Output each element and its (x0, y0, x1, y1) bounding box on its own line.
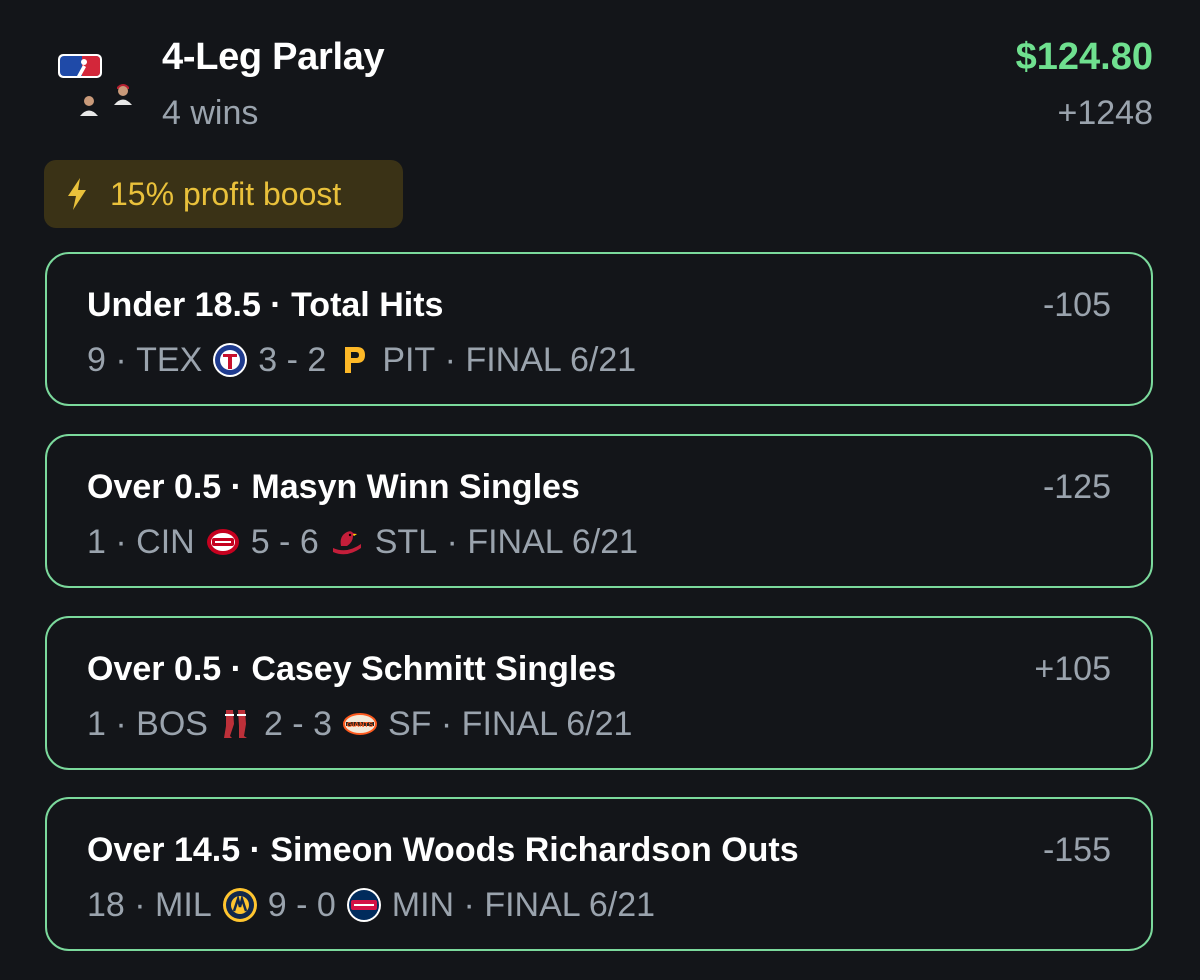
profit-boost-label: 15% profit boost (110, 176, 342, 212)
leg-odds: +105 (1034, 650, 1111, 688)
away-team-abbr: BOS (136, 704, 208, 743)
game-score: 9 - 0 (267, 885, 336, 924)
leg-game-summary: 9 · TEX 3 - 2 PIT · FINAL 6/21 (87, 338, 636, 382)
leg-odds: -125 (1042, 468, 1111, 506)
giants-logo-icon: GIANTS (343, 713, 377, 735)
separator-dot: · (437, 522, 468, 561)
leg-odds: -105 (1042, 286, 1111, 324)
away-team-abbr: MIL (155, 885, 212, 924)
parlay-payout: $124.80 (1015, 36, 1153, 78)
leg-result-value: 18 (87, 885, 125, 924)
parlay-header[interactable]: 4-Leg Parlay 4 wins $124.80 +1248 (0, 0, 1200, 150)
game-score: 2 - 3 (263, 704, 332, 743)
leg-result-value: 1 (87, 704, 106, 743)
game-status: FINAL 6/21 (461, 704, 633, 743)
parlay-title: 4-Leg Parlay (162, 36, 385, 78)
parlay-leg-card[interactable]: Over 14.5 · Simeon Woods Richardson Outs… (45, 797, 1153, 951)
parlay-leg-card[interactable]: Over 0.5 · Masyn Winn Singles -125 1 · C… (45, 434, 1153, 588)
svg-text:GIANTS: GIANTS (347, 722, 374, 729)
leg-title: Over 0.5 · Casey Schmitt Singles (87, 650, 617, 688)
parlay-leg-card[interactable]: Over 0.5 · Casey Schmitt Singles +105 1 … (45, 616, 1153, 770)
leg-title: Under 18.5 · Total Hits (87, 286, 444, 324)
separator-dot: · (105, 340, 137, 379)
game-score: 3 - 2 (258, 340, 327, 379)
away-team-abbr: TEX (136, 340, 203, 379)
lightning-bolt-icon (68, 178, 86, 210)
game-status: FINAL 6/21 (484, 885, 656, 924)
game-status: FINAL 6/21 (467, 522, 639, 561)
leg-odds: -155 (1042, 831, 1111, 869)
player-headshot-icon (114, 84, 132, 105)
separator-dot: · (105, 522, 137, 561)
brewers-logo-icon (222, 888, 257, 922)
separator-dot: · (454, 885, 485, 924)
home-team-abbr: MIN (391, 885, 455, 924)
player-headshot-icon (80, 96, 98, 116)
separator-dot: · (431, 704, 462, 743)
red-sox-logo-icon (223, 710, 247, 738)
reds-logo-icon (206, 529, 239, 555)
leg-title: Over 14.5 · Simeon Woods Richardson Outs (87, 831, 799, 869)
parlay-result: 4 wins (162, 94, 259, 132)
leg-result-value: 9 (87, 340, 106, 379)
leg-game-summary: 18 · MIL 9 - 0 MIN · FINAL 6/21 (87, 883, 655, 927)
separator-dot: · (435, 340, 466, 379)
parlay-logo-cluster (54, 50, 134, 120)
pirates-logo-icon (345, 347, 366, 373)
home-team-abbr: SF (388, 704, 432, 743)
twins-logo-icon (346, 888, 381, 922)
profit-boost-badge[interactable]: 15% profit boost (44, 160, 403, 228)
rangers-logo-icon (213, 343, 248, 377)
away-team-abbr: CIN (136, 522, 195, 561)
leg-result-value: 1 (87, 522, 106, 561)
leg-title: Over 0.5 · Masyn Winn Singles (87, 468, 580, 506)
cardinals-logo-icon (332, 531, 361, 555)
home-team-abbr: PIT (382, 340, 436, 379)
leg-game-summary: 1 · CIN 5 - 6 STL · FINAL 6/21 (87, 520, 638, 564)
game-score: 5 - 6 (250, 522, 319, 561)
separator-dot: · (105, 704, 137, 743)
separator-dot: · (124, 885, 156, 924)
home-team-abbr: STL (374, 522, 438, 561)
parlay-odds: +1248 (1057, 94, 1154, 132)
game-status: FINAL 6/21 (465, 340, 637, 379)
parlay-leg-card[interactable]: Under 18.5 · Total Hits -105 9 · TEX 3 -… (45, 252, 1153, 406)
leg-game-summary: 1 · BOS 2 - 3 GIANTS SF · FINAL 6/21 (87, 702, 632, 746)
mlb-logo-icon (58, 54, 102, 78)
